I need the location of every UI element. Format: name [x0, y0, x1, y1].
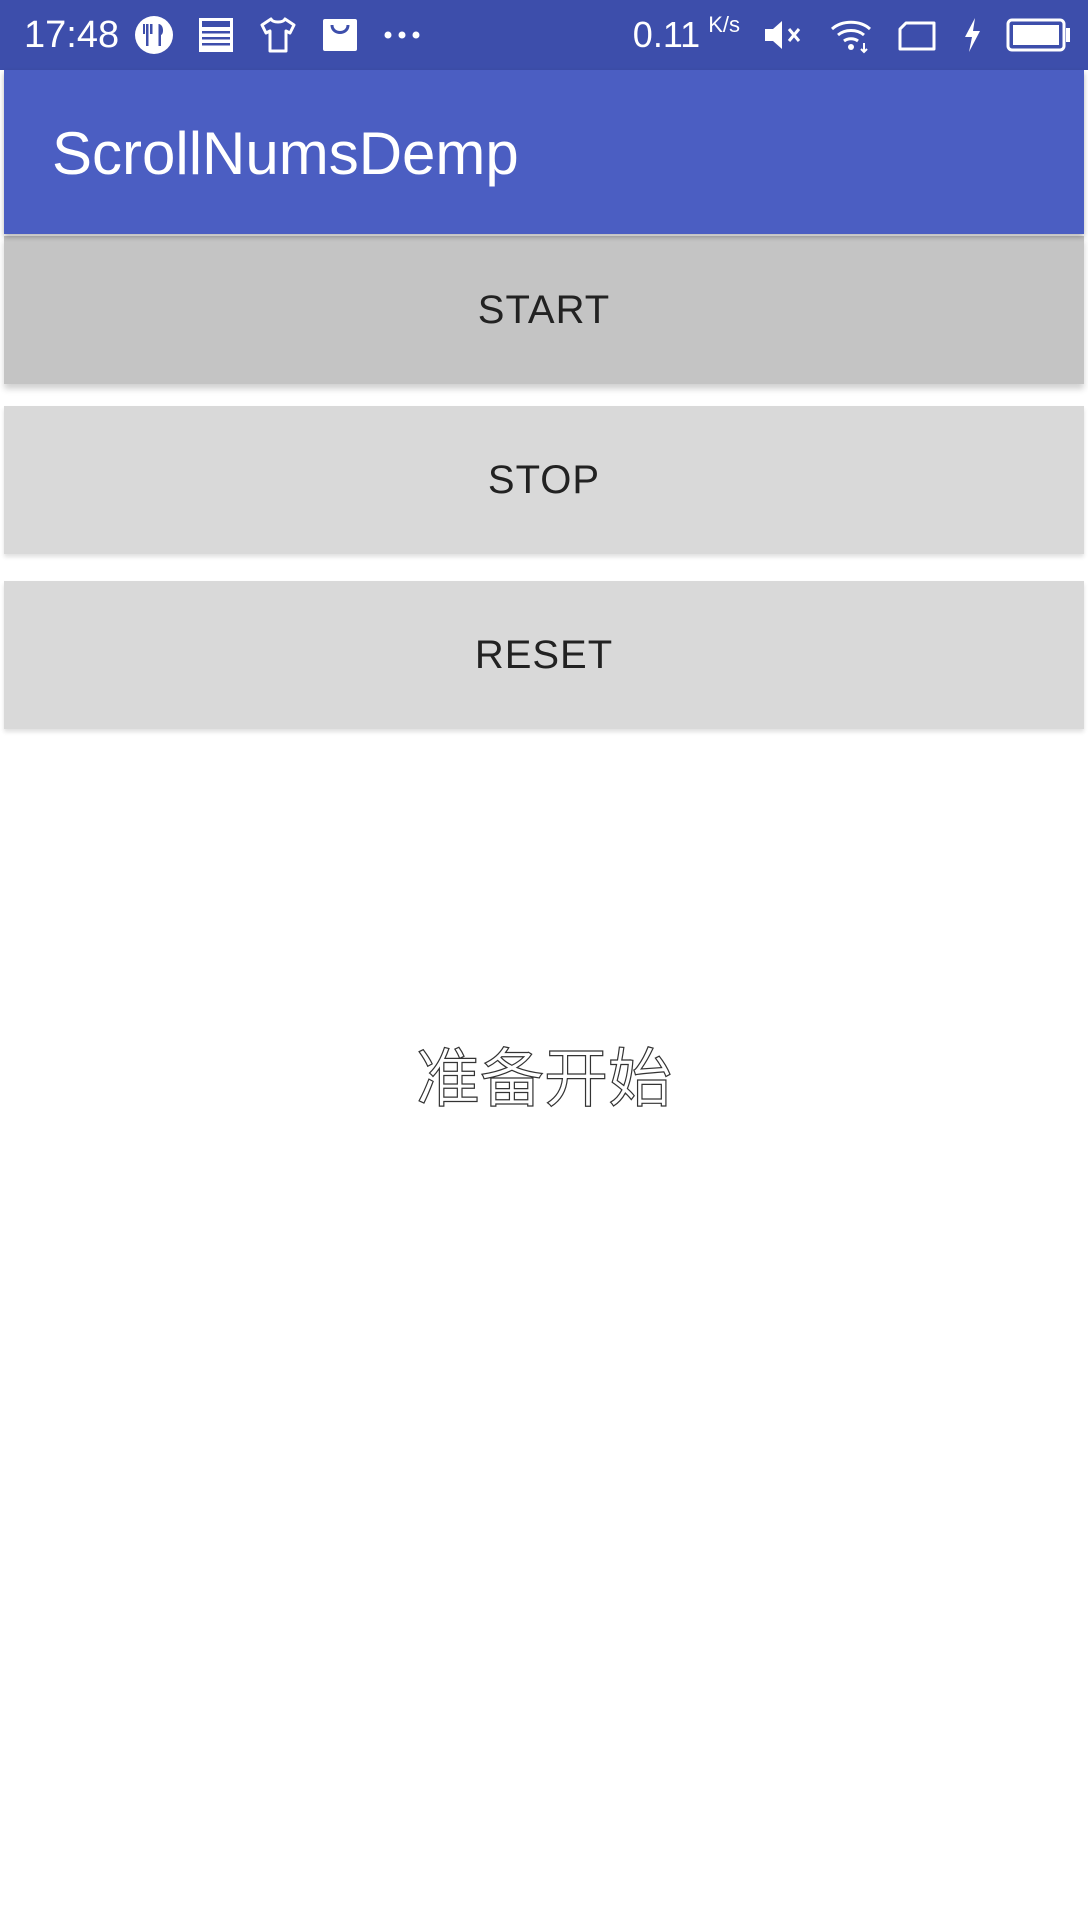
scroll-number-status-text: 准备开始 — [415, 1042, 672, 1117]
screen: 17:48 0.11 K/s ScrollNumsDemp START STOP… — [0, 0, 1088, 1920]
app-bar: ScrollNumsDemp — [4, 70, 1084, 234]
wifi-icon — [828, 15, 874, 55]
stop-button[interactable]: STOP — [4, 406, 1084, 554]
more-dots-icon — [382, 15, 422, 55]
news-icon — [196, 15, 236, 55]
reset-button[interactable]: RESET — [4, 581, 1084, 729]
notification-icons — [134, 12, 422, 58]
charging-bolt-icon — [960, 15, 984, 55]
net-speed-unit: K/s — [708, 12, 740, 37]
mute-icon — [762, 15, 806, 55]
status-time: 17:48 — [24, 14, 120, 56]
net-speed: 0.11 K/s — [633, 12, 740, 58]
cutlery-icon — [134, 15, 174, 55]
status-bar: 17:48 0.11 K/s — [0, 0, 1088, 70]
app-title: ScrollNumsDemp — [52, 120, 519, 187]
battery-icon — [1006, 15, 1072, 55]
sim-card-icon — [896, 15, 938, 55]
net-speed-value: 0.11 — [632, 14, 701, 55]
system-icons: 0.11 K/s — [633, 12, 1072, 58]
shopping-bag-icon — [320, 15, 360, 55]
tshirt-icon — [258, 15, 298, 55]
start-button[interactable]: START — [4, 236, 1084, 384]
